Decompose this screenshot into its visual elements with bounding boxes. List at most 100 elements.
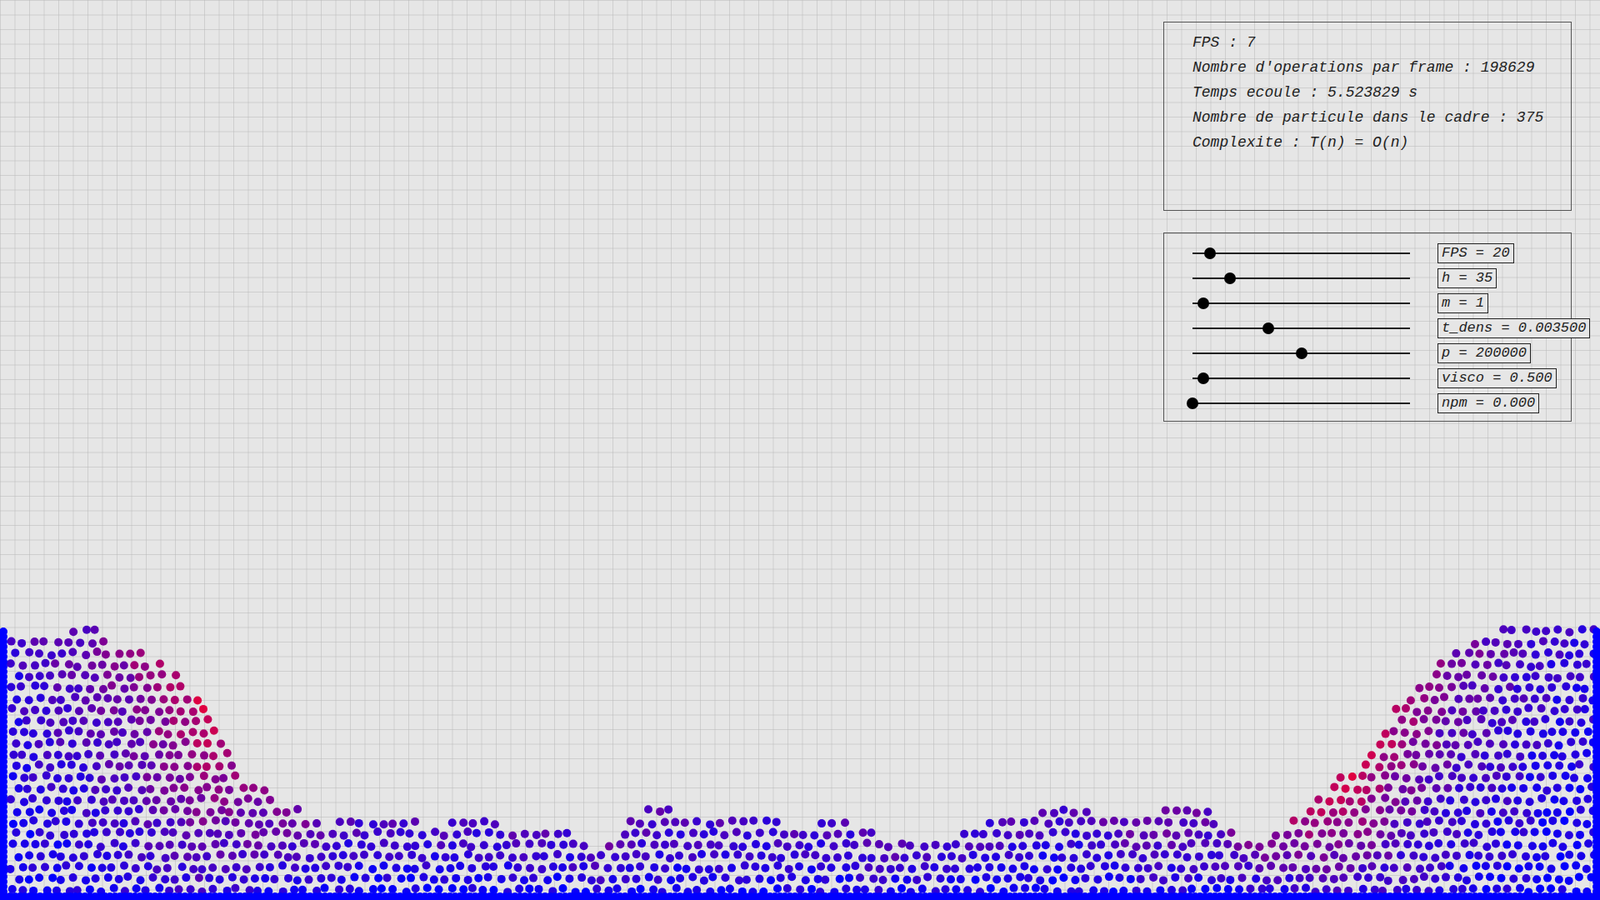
particle [1510, 740, 1520, 750]
particle [232, 863, 241, 872]
particle [610, 853, 620, 862]
particle [464, 850, 473, 859]
particle [165, 773, 175, 782]
particle [776, 873, 785, 882]
particle [1565, 695, 1574, 705]
particle [1522, 740, 1531, 750]
particle [272, 807, 281, 816]
particle [1543, 761, 1552, 770]
particle [108, 795, 117, 805]
particle [1507, 625, 1516, 635]
particle [1525, 797, 1535, 806]
particle [1553, 783, 1562, 792]
particle [1577, 718, 1586, 727]
particle [1482, 820, 1491, 829]
particle [1114, 830, 1123, 839]
particle [1539, 842, 1548, 851]
particle [1548, 839, 1557, 848]
particle [1443, 827, 1452, 836]
particle [123, 872, 132, 881]
particle [42, 706, 51, 715]
particle [773, 884, 782, 893]
particle [596, 850, 605, 860]
particle [625, 864, 635, 873]
particle [181, 737, 190, 746]
particle [1576, 851, 1585, 860]
particle [1432, 715, 1441, 725]
particle [559, 884, 568, 893]
particle [1553, 808, 1562, 817]
particle [800, 850, 810, 859]
particle [626, 816, 635, 825]
particle [1553, 625, 1562, 635]
particle [1514, 840, 1523, 850]
particle [1390, 753, 1399, 762]
particle [680, 818, 690, 827]
particle [54, 728, 63, 737]
particle [410, 817, 420, 826]
particle [1555, 717, 1565, 726]
slider-track[interactable] [1192, 277, 1410, 280]
particle [187, 842, 196, 851]
particle [660, 840, 670, 850]
particle [140, 705, 150, 715]
particle [175, 885, 184, 894]
particle [316, 831, 325, 840]
particle [1527, 751, 1536, 760]
particle [284, 853, 293, 862]
particle [855, 873, 865, 882]
particle [93, 647, 102, 656]
particle [1510, 807, 1519, 816]
particle [422, 861, 431, 870]
particle [344, 839, 353, 848]
particle [51, 817, 60, 826]
particle [310, 864, 320, 873]
slider-knob[interactable] [1224, 272, 1236, 285]
particle [1061, 828, 1070, 837]
particle [1492, 771, 1501, 780]
particle [176, 707, 185, 716]
particle [1515, 864, 1524, 873]
particle [403, 864, 412, 873]
slider-track[interactable] [1192, 252, 1410, 255]
particle [441, 853, 450, 862]
particle [1329, 808, 1338, 817]
particle [165, 705, 174, 715]
particle [54, 750, 63, 760]
particle [1487, 807, 1496, 816]
particle [221, 816, 230, 825]
particle [182, 831, 191, 840]
particle [553, 850, 562, 859]
particle [436, 840, 445, 850]
particle [160, 786, 169, 795]
particle [93, 693, 102, 702]
particle [675, 874, 685, 883]
particle [25, 807, 35, 816]
particle [9, 771, 18, 780]
particle [1055, 817, 1065, 826]
particle [1339, 807, 1348, 816]
particle [335, 817, 345, 826]
particle [1435, 750, 1445, 759]
particle [1150, 850, 1160, 860]
particle [124, 806, 133, 815]
slider-knob[interactable] [1204, 247, 1216, 260]
particle [531, 851, 540, 860]
particle [475, 853, 484, 862]
particle [1546, 660, 1555, 669]
particle [844, 851, 853, 860]
particle [1510, 673, 1520, 682]
particle [225, 830, 234, 840]
particle [1522, 809, 1531, 818]
particle [155, 750, 164, 760]
particle [1515, 819, 1524, 828]
particle [25, 695, 34, 705]
particle [1008, 842, 1017, 851]
particle [1432, 784, 1441, 793]
particle [1005, 850, 1014, 860]
particle [1138, 854, 1147, 863]
particle [569, 840, 578, 849]
particle [1239, 854, 1248, 863]
particle [1020, 884, 1030, 893]
particle [82, 809, 91, 818]
